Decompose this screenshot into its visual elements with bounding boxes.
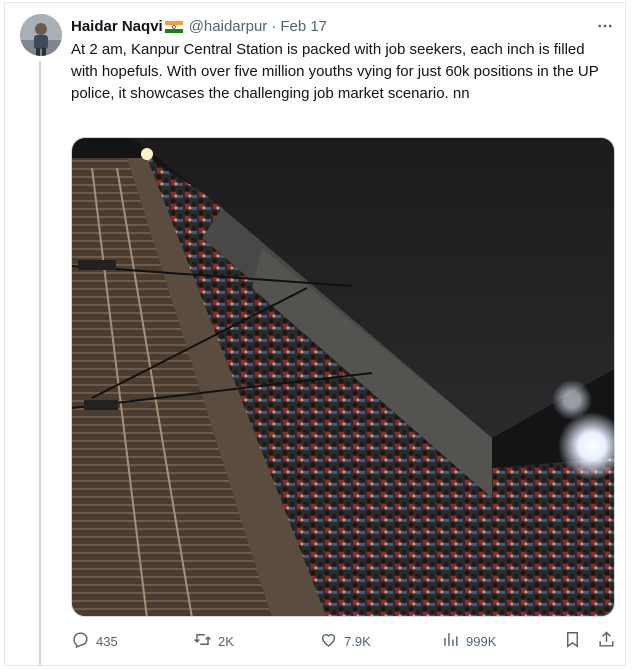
share-button[interactable] (597, 630, 616, 652)
more-icon[interactable] (593, 16, 617, 36)
tweet-date[interactable]: Feb 17 (280, 18, 327, 35)
bookmark-icon (563, 630, 582, 652)
reply-icon (71, 630, 96, 652)
author-handle[interactable]: @haidarpur (189, 18, 268, 35)
repost-icon (193, 630, 218, 652)
bookmark-button[interactable] (563, 630, 582, 652)
tweet-card: Haidar Naqvi @haidarpur · Feb 17 At 2 am… (4, 2, 626, 666)
separator: · (271, 17, 277, 35)
tweet-text: At 2 am, Kanpur Central Station is packe… (71, 41, 599, 102)
repost-count: 2K (218, 633, 234, 649)
author-name[interactable]: Haidar Naqvi (71, 18, 163, 35)
tweet-header: Haidar Naqvi @haidarpur · Feb 17 (71, 16, 327, 36)
repost-button[interactable]: 2K (193, 630, 234, 652)
views-button[interactable]: 999K (441, 630, 496, 652)
reply-button[interactable]: 435 (71, 630, 118, 652)
share-icon (597, 630, 616, 652)
views-count: 999K (466, 633, 497, 649)
reply-count: 435 (96, 633, 118, 649)
heart-icon (319, 630, 344, 652)
india-flag-icon (164, 20, 183, 33)
like-button[interactable]: 7.9K (319, 630, 371, 652)
tweet-actions: 435 2K 7.9K 999K (71, 630, 617, 652)
views-icon (441, 630, 466, 652)
avatar[interactable] (20, 14, 62, 56)
tweet-photo[interactable] (71, 137, 615, 617)
thread-line (39, 61, 41, 665)
like-count: 7.9K (344, 633, 371, 649)
